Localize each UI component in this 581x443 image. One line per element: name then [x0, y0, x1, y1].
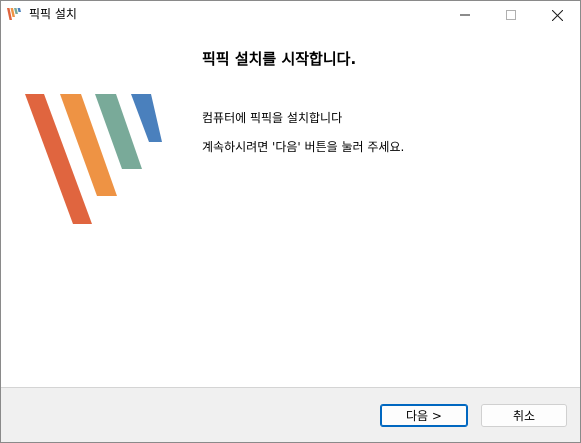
minimize-button[interactable] [442, 1, 488, 29]
cancel-button[interactable]: 취소 [481, 404, 567, 427]
button-bar: 다음 > 취소 [1, 388, 580, 442]
close-icon [551, 9, 563, 21]
next-button[interactable]: 다음 > [380, 404, 468, 427]
welcome-heading: 픽픽 설치를 시작합니다. [202, 50, 357, 68]
continue-instruction: 계속하시려면 '다음' 버튼을 눌러 주세요. [202, 140, 405, 154]
picpick-logo-icon [7, 8, 21, 20]
title-bar[interactable]: 픽픽 설치 [1, 1, 580, 29]
install-description: 컴퓨터에 픽픽을 설치합니다 [202, 111, 343, 125]
welcome-panel: 픽픽 설치를 시작합니다. 컴퓨터에 픽픽을 설치합니다 계속하시려면 '다음'… [1, 29, 580, 387]
installer-window: 픽픽 설치 픽픽 설치를 시작합니다. 컴퓨터에 픽픽을 설치합니다 계속하시려… [0, 0, 581, 443]
maximize-button[interactable] [488, 1, 534, 29]
close-button[interactable] [534, 1, 580, 29]
minimize-icon [460, 14, 470, 16]
window-title: 픽픽 설치 [29, 7, 77, 21]
picpick-stripes-logo [25, 94, 162, 224]
maximize-icon [506, 10, 516, 20]
